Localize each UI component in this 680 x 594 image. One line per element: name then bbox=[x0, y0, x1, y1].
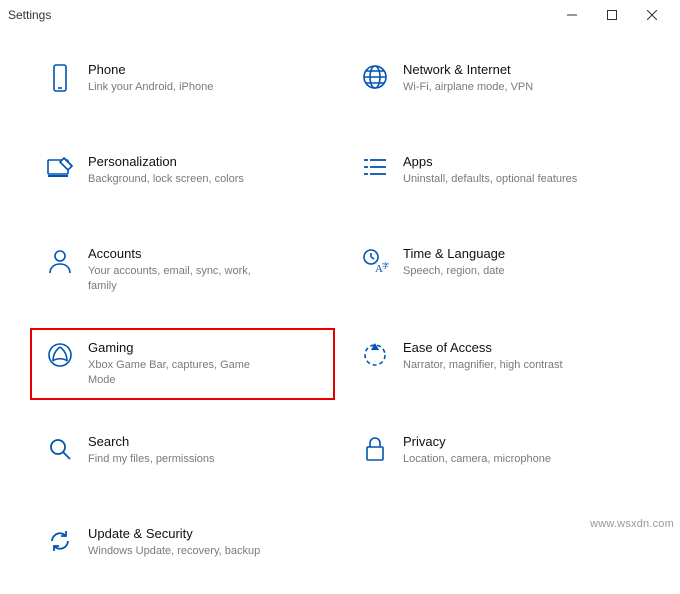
gaming-icon bbox=[40, 340, 80, 368]
apps-icon bbox=[355, 154, 395, 178]
category-ease-of-access[interactable]: Ease of Access Narrator, magnifier, high… bbox=[345, 328, 650, 400]
category-network[interactable]: Network & Internet Wi-Fi, airplane mode,… bbox=[345, 50, 650, 120]
category-sub: Location, camera, microphone bbox=[403, 452, 551, 467]
category-sub: Narrator, magnifier, high contrast bbox=[403, 358, 563, 373]
accounts-icon bbox=[40, 246, 80, 274]
category-sub: Find my files, permissions bbox=[88, 452, 215, 467]
category-title: Apps bbox=[403, 154, 577, 170]
category-privacy[interactable]: Privacy Location, camera, microphone bbox=[345, 422, 650, 492]
phone-icon bbox=[40, 62, 80, 92]
category-title: Time & Language bbox=[403, 246, 505, 262]
close-button[interactable] bbox=[632, 0, 672, 30]
category-title: Privacy bbox=[403, 434, 551, 450]
svg-text:字: 字 bbox=[382, 261, 389, 270]
titlebar: Settings bbox=[0, 0, 680, 30]
maximize-icon bbox=[607, 10, 617, 20]
category-sub: Background, lock screen, colors bbox=[88, 172, 244, 187]
category-accounts[interactable]: Accounts Your accounts, email, sync, wor… bbox=[30, 234, 335, 306]
maximize-button[interactable] bbox=[592, 0, 632, 30]
category-title: Gaming bbox=[88, 340, 278, 356]
category-time-language[interactable]: A字 Time & Language Speech, region, date bbox=[345, 234, 650, 306]
category-title: Network & Internet bbox=[403, 62, 533, 78]
category-phone[interactable]: Phone Link your Android, iPhone bbox=[30, 50, 335, 120]
category-apps[interactable]: Apps Uninstall, defaults, optional featu… bbox=[345, 142, 650, 212]
category-sub: Speech, region, date bbox=[403, 264, 505, 279]
category-title: Search bbox=[88, 434, 215, 450]
category-update-security[interactable]: Update & Security Windows Update, recove… bbox=[30, 514, 335, 584]
privacy-icon bbox=[355, 434, 395, 462]
window-title: Settings bbox=[8, 8, 51, 22]
time-language-icon: A字 bbox=[355, 246, 395, 274]
close-icon bbox=[647, 10, 657, 20]
category-title: Phone bbox=[88, 62, 213, 78]
settings-categories: Phone Link your Android, iPhone Network … bbox=[0, 30, 680, 594]
ease-of-access-icon bbox=[355, 340, 395, 368]
search-icon bbox=[40, 434, 80, 462]
category-personalization[interactable]: Personalization Background, lock screen,… bbox=[30, 142, 335, 212]
category-title: Personalization bbox=[88, 154, 244, 170]
category-sub: Windows Update, recovery, backup bbox=[88, 544, 260, 559]
category-sub: Uninstall, defaults, optional features bbox=[403, 172, 577, 187]
category-sub: Link your Android, iPhone bbox=[88, 80, 213, 95]
minimize-icon bbox=[567, 10, 577, 20]
category-search[interactable]: Search Find my files, permissions bbox=[30, 422, 335, 492]
category-title: Update & Security bbox=[88, 526, 260, 542]
watermark: www.wsxdn.com bbox=[590, 518, 674, 530]
globe-icon bbox=[355, 62, 395, 90]
category-title: Accounts bbox=[88, 246, 278, 262]
category-sub: Wi-Fi, airplane mode, VPN bbox=[403, 80, 533, 95]
category-sub: Xbox Game Bar, captures, Game Mode bbox=[88, 358, 278, 388]
minimize-button[interactable] bbox=[552, 0, 592, 30]
category-title: Ease of Access bbox=[403, 340, 563, 356]
category-sub: Your accounts, email, sync, work, family bbox=[88, 264, 278, 294]
personalization-icon bbox=[40, 154, 80, 180]
update-icon bbox=[40, 526, 80, 554]
category-gaming[interactable]: Gaming Xbox Game Bar, captures, Game Mod… bbox=[30, 328, 335, 400]
